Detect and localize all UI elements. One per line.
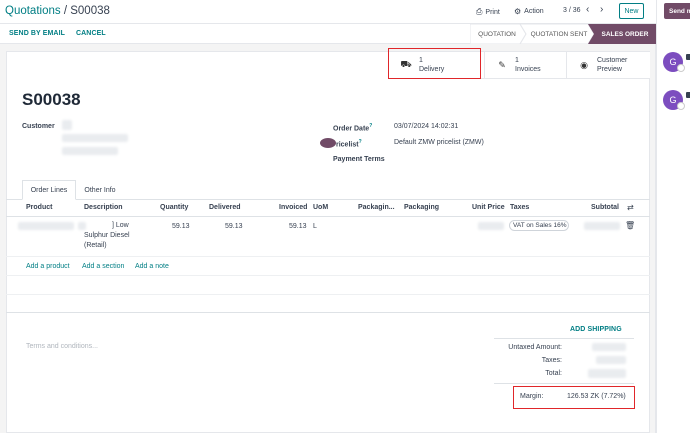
add-note-link[interactable]: Add a note bbox=[135, 263, 169, 270]
message-author-truncated bbox=[686, 54, 690, 60]
customer-field-redacted[interactable] bbox=[62, 120, 72, 130]
send-message-button[interactable]: Send m bbox=[664, 3, 690, 19]
invoices-label: Invoices bbox=[515, 66, 541, 73]
invoices-count: 1 bbox=[515, 57, 519, 64]
highlight-delivery bbox=[388, 48, 481, 79]
tax-tag[interactable]: VAT on Sales 16% bbox=[509, 220, 569, 231]
column-description[interactable]: Description bbox=[84, 204, 123, 211]
column-invoiced[interactable]: Invoiced bbox=[279, 204, 307, 211]
highlight-margin bbox=[513, 386, 635, 409]
customer-address-redacted-2 bbox=[62, 147, 118, 155]
invoices-smart-button[interactable]: ✎ 1 Invoices bbox=[484, 52, 566, 78]
optional-columns-icon[interactable]: ⇄ bbox=[627, 203, 634, 212]
pencil-square-icon: ✎ bbox=[498, 59, 506, 70]
stage-sales-order[interactable]: SALES ORDER bbox=[594, 24, 656, 44]
product-redacted bbox=[18, 222, 74, 230]
avatar-status-icon-2 bbox=[677, 102, 685, 110]
terms-input[interactable]: Terms and conditions... bbox=[26, 343, 98, 350]
pricelist-label: ricelist? bbox=[336, 139, 362, 149]
line-description-2: Sulphur Diesel bbox=[84, 232, 130, 239]
line-description-3: (Retail) bbox=[84, 242, 107, 249]
line-description-1: ] Low bbox=[112, 222, 129, 229]
chatter-panel: Send m G G bbox=[656, 0, 690, 433]
order-title: S00038 bbox=[22, 90, 81, 109]
print-label: Print bbox=[485, 8, 500, 16]
unit-price-redacted bbox=[478, 222, 504, 230]
action-button[interactable]: ⚙ Action bbox=[514, 7, 544, 16]
taxes-redacted bbox=[596, 356, 626, 364]
order-date-label: Order Date? bbox=[333, 123, 373, 133]
column-packaging-qty[interactable]: Packagin... bbox=[358, 204, 395, 211]
column-packaging[interactable]: Packaging bbox=[404, 204, 439, 211]
add-shipping-button[interactable]: ADD SHIPPING bbox=[570, 326, 622, 333]
action-label: Action bbox=[524, 8, 544, 15]
line-uom: L bbox=[313, 223, 317, 230]
pager-previous-icon[interactable]: ‹ bbox=[586, 4, 589, 15]
row-divider-3 bbox=[6, 294, 650, 295]
pager-next-icon[interactable]: › bbox=[600, 4, 603, 15]
message-author-truncated-2 bbox=[686, 92, 690, 98]
cursor-mark bbox=[320, 138, 336, 148]
print-icon: ⎙ bbox=[476, 7, 483, 16]
customer-preview-smart-button[interactable]: ◉ Customer Preview bbox=[566, 52, 650, 78]
cancel-button[interactable]: CANCEL bbox=[76, 30, 106, 37]
margin-divider bbox=[494, 383, 634, 384]
line-delivered: 59.13 bbox=[225, 223, 243, 230]
column-subtotal[interactable]: Subtotal bbox=[591, 204, 619, 211]
line-quantity: 59.13 bbox=[172, 223, 190, 230]
trash-icon[interactable]: 🗑 bbox=[625, 221, 635, 230]
column-delivered[interactable]: Delivered bbox=[209, 204, 241, 211]
send-by-email-button[interactable]: SEND BY EMAIL bbox=[9, 30, 65, 37]
form-view: Quotations / S00038 ⎙ Print ⚙ Action 3 /… bbox=[0, 0, 656, 433]
print-button[interactable]: ⎙ Print bbox=[476, 7, 500, 17]
total-label: Total: bbox=[545, 370, 562, 377]
pricelist-value[interactable]: Default ZMW pricelist (ZMW) bbox=[394, 139, 484, 146]
row-divider bbox=[6, 256, 650, 257]
column-taxes[interactable]: Taxes bbox=[510, 204, 529, 211]
stage-quotation[interactable]: QUOTATION bbox=[472, 24, 522, 44]
totals-divider bbox=[494, 338, 634, 339]
control-panel: Quotations / S00038 ⎙ Print ⚙ Action 3 /… bbox=[0, 0, 656, 24]
globe-icon: ◉ bbox=[580, 59, 588, 70]
customer-address-redacted bbox=[62, 134, 128, 142]
untaxed-amount-label: Untaxed Amount: bbox=[508, 344, 562, 351]
breadcrumb-quotations[interactable]: Quotations bbox=[5, 5, 61, 17]
payment-terms-label: Payment Terms bbox=[333, 156, 385, 163]
column-unit-price[interactable]: Unit Price bbox=[472, 204, 505, 211]
gear-icon: ⚙ bbox=[514, 7, 522, 16]
breadcrumb: Quotations / S00038 bbox=[5, 5, 110, 17]
payment-terms-field[interactable] bbox=[394, 153, 634, 164]
column-quantity[interactable]: Quantity bbox=[160, 204, 188, 211]
avatar-status-icon bbox=[677, 64, 685, 72]
add-product-link[interactable]: Add a product bbox=[26, 263, 70, 270]
tab-order-lines[interactable]: Order Lines bbox=[22, 180, 76, 200]
order-date-value[interactable]: 03/07/2024 14:02:31 bbox=[394, 123, 458, 130]
row-divider-2 bbox=[6, 275, 650, 276]
preview-line1: Customer bbox=[597, 57, 628, 64]
line-invoiced: 59.13 bbox=[289, 223, 307, 230]
preview-line2: Preview bbox=[597, 66, 622, 73]
column-product[interactable]: Product bbox=[26, 204, 52, 211]
customer-label: Customer bbox=[22, 123, 55, 130]
total-redacted bbox=[588, 369, 626, 378]
column-uom[interactable]: UoM bbox=[313, 204, 328, 211]
add-section-link[interactable]: Add a section bbox=[82, 263, 124, 270]
new-button[interactable]: New bbox=[619, 3, 644, 19]
subtotal-redacted bbox=[584, 222, 620, 230]
breadcrumb-current: S00038 bbox=[70, 5, 110, 17]
breadcrumb-separator: / bbox=[63, 5, 68, 17]
line-description: ] Low Sulphur Diesel (Retail) bbox=[84, 221, 154, 251]
table-bottom-divider bbox=[6, 312, 650, 313]
stage-quotation-sent[interactable]: QUOTATION SENT bbox=[526, 24, 592, 44]
untaxed-amount-redacted bbox=[592, 343, 626, 351]
tab-other-info[interactable]: Other Info bbox=[77, 180, 123, 200]
taxes-label: Taxes: bbox=[541, 357, 562, 364]
pager-value[interactable]: 3 / 36 bbox=[563, 7, 581, 14]
